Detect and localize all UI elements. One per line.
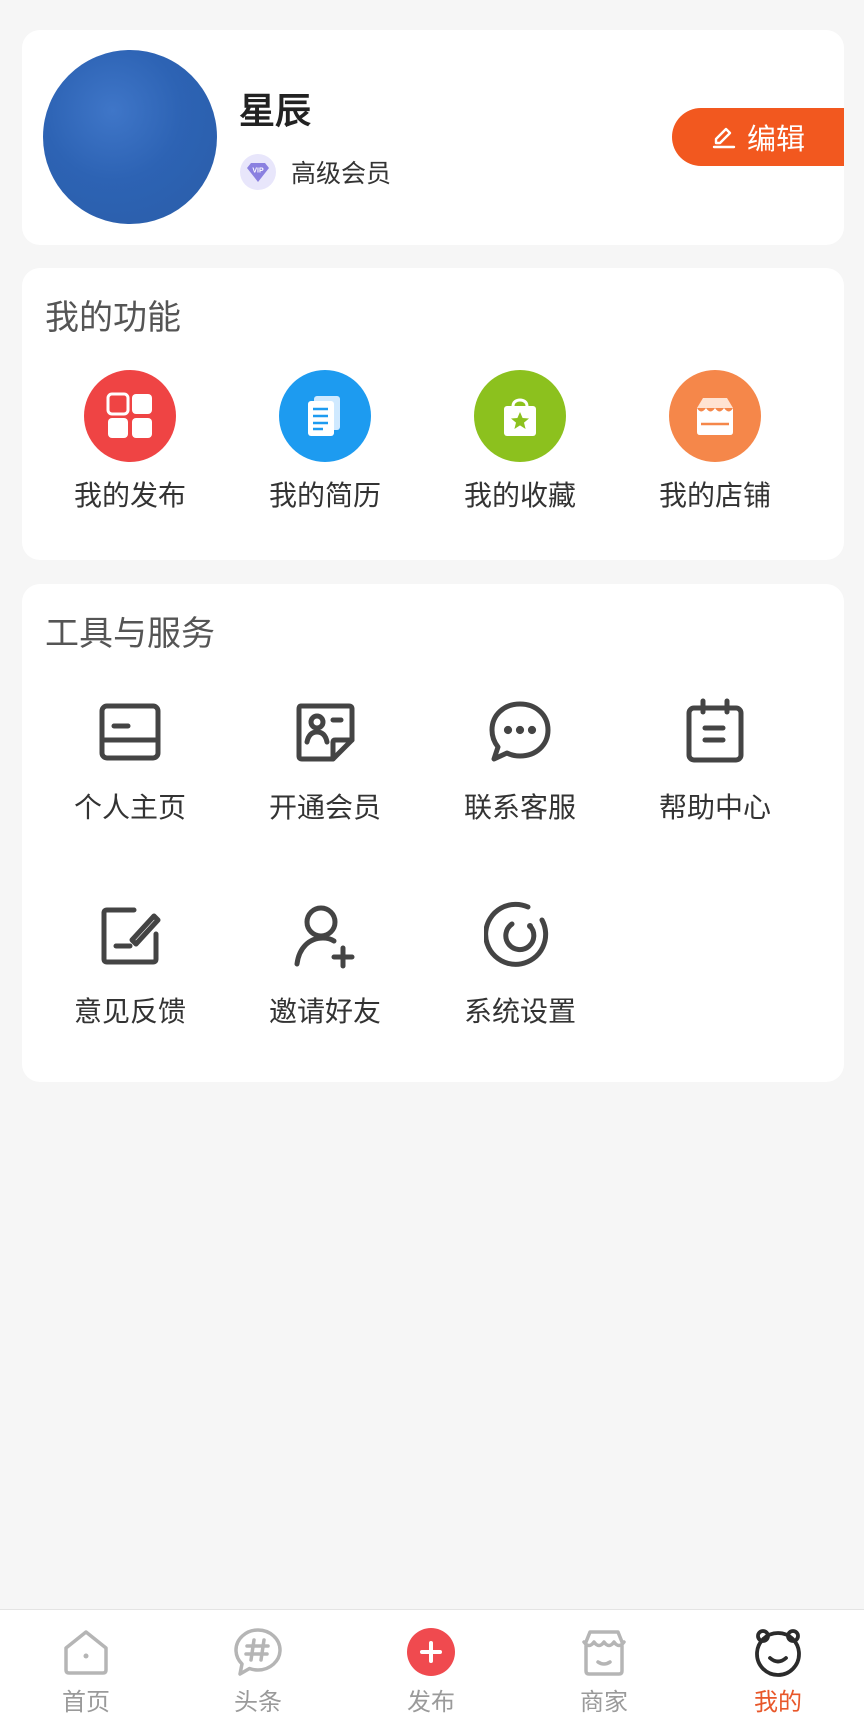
my-posts-button[interactable]: 我的发布 (32, 370, 228, 514)
contact-support-label: 联系客服 (463, 791, 576, 824)
contact-support-button[interactable]: 联系客服 (422, 696, 618, 826)
profile-page: 星辰 VIP 高级会员 编辑 我的功能 我的发布 我的简历 我的收藏 我的店铺 … (0, 0, 864, 1722)
my-functions-card: 我的功能 我的发布 我的简历 我的收藏 我的店铺 (22, 268, 844, 560)
member-card-icon (289, 696, 361, 768)
my-favorites-button[interactable]: 我的收藏 (422, 370, 618, 514)
open-membership-label: 开通会员 (268, 791, 381, 824)
home-icon (60, 1626, 112, 1678)
shop-icon (578, 1626, 630, 1678)
nav-mine[interactable]: 我的 (692, 1610, 864, 1722)
settings-ring-icon (483, 900, 556, 972)
help-center-label: 帮助中心 (658, 791, 771, 824)
my-store-label: 我的店铺 (658, 479, 771, 512)
edit-profile-button[interactable]: 编辑 (672, 108, 844, 166)
nav-publish-label: 发布 (407, 1688, 455, 1716)
document-icon (279, 370, 371, 462)
nav-home-label: 首页 (62, 1688, 110, 1716)
invite-friends-button[interactable]: 邀请好友 (227, 900, 423, 1030)
my-favorites-label: 我的收藏 (463, 479, 576, 512)
plus-circle-icon (405, 1626, 457, 1678)
edit-label: 编辑 (746, 122, 805, 156)
invite-friends-label: 邀请好友 (268, 995, 381, 1028)
membership-level: 高级会员 (291, 159, 392, 188)
card-icon (94, 696, 166, 768)
add-user-icon (289, 900, 361, 972)
store-icon (669, 370, 761, 462)
username: 星辰 (239, 91, 312, 132)
feedback-button[interactable]: 意见反馈 (32, 900, 228, 1030)
nav-headlines-label: 头条 (234, 1688, 282, 1716)
hashtag-bubble-icon (232, 1626, 284, 1678)
clipboard-icon (679, 696, 751, 768)
nav-publish[interactable]: 发布 (345, 1610, 517, 1722)
my-resume-button[interactable]: 我的简历 (227, 370, 423, 514)
nav-mine-label: 我的 (754, 1688, 802, 1716)
personal-homepage-label: 个人主页 (73, 791, 186, 824)
nav-merchants[interactable]: 商家 (518, 1610, 690, 1722)
chat-bubble-icon (484, 696, 556, 768)
profile-card: 星辰 VIP 高级会员 编辑 (22, 30, 844, 245)
tools-services-card: 工具与服务 个人主页 开通会员 联系客服 帮助中心 意见反馈 邀请好友 系统设置 (22, 584, 844, 1082)
personal-homepage-button[interactable]: 个人主页 (32, 696, 228, 826)
my-posts-label: 我的发布 (73, 479, 186, 512)
tools-services-title: 工具与服务 (45, 614, 215, 654)
system-settings-label: 系统设置 (463, 995, 576, 1028)
membership-row: VIP 高级会员 (239, 152, 391, 192)
nav-merchants-label: 商家 (580, 1688, 628, 1716)
my-functions-title: 我的功能 (45, 298, 181, 338)
edit-square-icon (94, 900, 166, 972)
vip-badge-icon: VIP (240, 154, 276, 190)
avatar[interactable] (43, 50, 217, 224)
system-settings-button[interactable]: 系统设置 (422, 900, 618, 1030)
help-center-button[interactable]: 帮助中心 (617, 696, 813, 826)
bottom-nav: 首页 头条 发布 商家 我的 (0, 1609, 864, 1722)
grid-icon (84, 370, 176, 462)
pencil-icon (712, 127, 736, 149)
nav-home[interactable]: 首页 (0, 1610, 172, 1722)
svg-text:VIP: VIP (252, 168, 264, 175)
nav-headlines[interactable]: 头条 (172, 1610, 344, 1722)
open-membership-button[interactable]: 开通会员 (227, 696, 423, 826)
feedback-label: 意见反馈 (73, 995, 186, 1028)
my-store-button[interactable]: 我的店铺 (617, 370, 813, 514)
my-resume-label: 我的简历 (268, 479, 381, 512)
shopping-bag-star-icon (474, 370, 566, 462)
face-icon (752, 1626, 804, 1678)
